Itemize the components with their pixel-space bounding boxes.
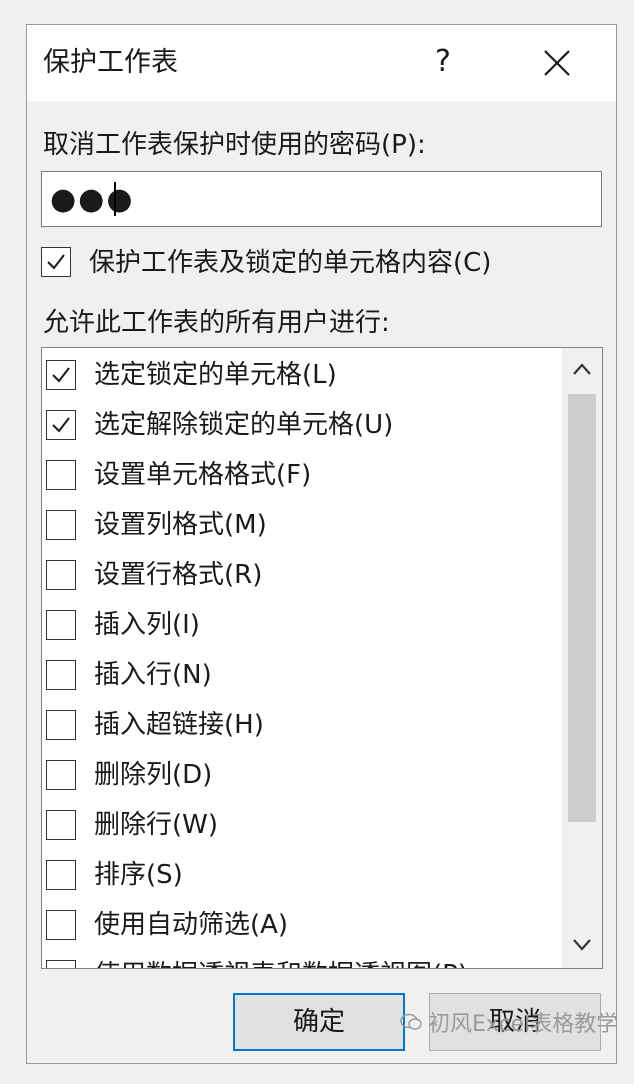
permission-checkbox[interactable] — [46, 410, 76, 440]
list-item[interactable]: 删除列(D) — [42, 750, 562, 800]
permission-checkbox[interactable] — [46, 860, 76, 890]
permission-label: 排序(S) — [94, 860, 183, 890]
permission-checkbox[interactable] — [46, 910, 76, 940]
permission-label: 选定锁定的单元格(L) — [94, 360, 337, 390]
allow-users-label: 允许此工作表的所有用户进行: — [43, 308, 390, 338]
chevron-up-icon — [573, 363, 591, 375]
close-button[interactable] — [531, 37, 583, 89]
chevron-down-icon — [573, 939, 591, 951]
permissions-list[interactable]: 选定锁定的单元格(L) 选定解除锁定的单元格(U) 设置单元格格式(F) 设置列格式(… — [41, 347, 603, 969]
list-item[interactable]: 插入列(I) — [42, 600, 562, 650]
permission-label: 插入列(I) — [94, 610, 200, 640]
scrollbar[interactable] — [562, 348, 602, 968]
permission-label: 使用数据透视表和数据透视图(P) — [94, 955, 468, 968]
help-button[interactable]: ? — [423, 39, 463, 85]
close-icon — [544, 50, 570, 76]
list-item[interactable]: 选定解除锁定的单元格(U) — [42, 400, 562, 450]
list-item[interactable]: 设置行格式(R) — [42, 550, 562, 600]
list-item[interactable]: 使用数据透视表和数据透视图(P) — [42, 950, 562, 968]
permission-checkbox[interactable] — [46, 960, 76, 968]
protect-contents-option[interactable]: 保护工作表及锁定的单元格内容(C) — [41, 243, 601, 283]
permission-label: 使用自动筛选(A) — [94, 910, 289, 940]
password-value: ●●● — [50, 182, 135, 217]
permission-label: 删除列(D) — [94, 760, 213, 790]
scroll-up-button[interactable] — [562, 348, 602, 392]
text-caret — [114, 182, 116, 216]
password-label: 取消工作表保护时使用的密码(P): — [43, 130, 426, 160]
permission-checkbox[interactable] — [46, 710, 76, 740]
ok-button[interactable]: 确定 — [233, 993, 405, 1051]
list-item[interactable]: 排序(S) — [42, 850, 562, 900]
title-bar: 保护工作表 ? — [27, 25, 616, 101]
permission-checkbox[interactable] — [46, 460, 76, 490]
permission-label: 设置行格式(R) — [94, 560, 263, 590]
permission-label: 插入超链接(H) — [94, 710, 264, 740]
permission-label: 设置单元格格式(F) — [94, 460, 312, 490]
permission-checkbox[interactable] — [46, 360, 76, 390]
permission-label: 删除行(W) — [94, 810, 218, 840]
watermark: 初风Excel表格教学 — [400, 1010, 618, 1040]
permission-checkbox[interactable] — [46, 510, 76, 540]
list-item[interactable]: 设置单元格格式(F) — [42, 450, 562, 500]
protect-contents-label: 保护工作表及锁定的单元格内容(C) — [89, 248, 492, 278]
protect-contents-checkbox[interactable] — [41, 247, 71, 277]
password-field[interactable]: ●●● — [41, 171, 602, 227]
checkmark-icon — [52, 367, 70, 383]
dialog-title: 保护工作表 — [43, 47, 178, 78]
permission-label: 插入行(N) — [94, 660, 212, 690]
list-item[interactable]: 插入超链接(H) — [42, 700, 562, 750]
checkmark-icon — [47, 254, 65, 270]
permission-checkbox[interactable] — [46, 660, 76, 690]
scroll-down-button[interactable] — [562, 924, 602, 968]
list-item[interactable]: 设置列格式(M) — [42, 500, 562, 550]
permission-checkbox[interactable] — [46, 560, 76, 590]
wechat-icon — [400, 1010, 422, 1040]
list-item[interactable]: 删除行(W) — [42, 800, 562, 850]
checkmark-icon — [52, 417, 70, 433]
permission-label: 选定解除锁定的单元格(U) — [94, 410, 394, 440]
scroll-thumb[interactable] — [568, 394, 596, 822]
protect-sheet-dialog: 保护工作表 ? 取消工作表保护时使用的密码(P): ●●● 保护工作表及锁定的单… — [26, 24, 617, 1064]
list-item[interactable]: 使用自动筛选(A) — [42, 900, 562, 950]
list-item[interactable]: 选定锁定的单元格(L) — [42, 350, 562, 400]
permission-label: 设置列格式(M) — [94, 510, 267, 540]
permission-checkbox[interactable] — [46, 810, 76, 840]
watermark-text: 初风Excel表格教学 — [428, 1012, 619, 1037]
permission-checkbox[interactable] — [46, 760, 76, 790]
list-item[interactable]: 插入行(N) — [42, 650, 562, 700]
permission-checkbox[interactable] — [46, 610, 76, 640]
